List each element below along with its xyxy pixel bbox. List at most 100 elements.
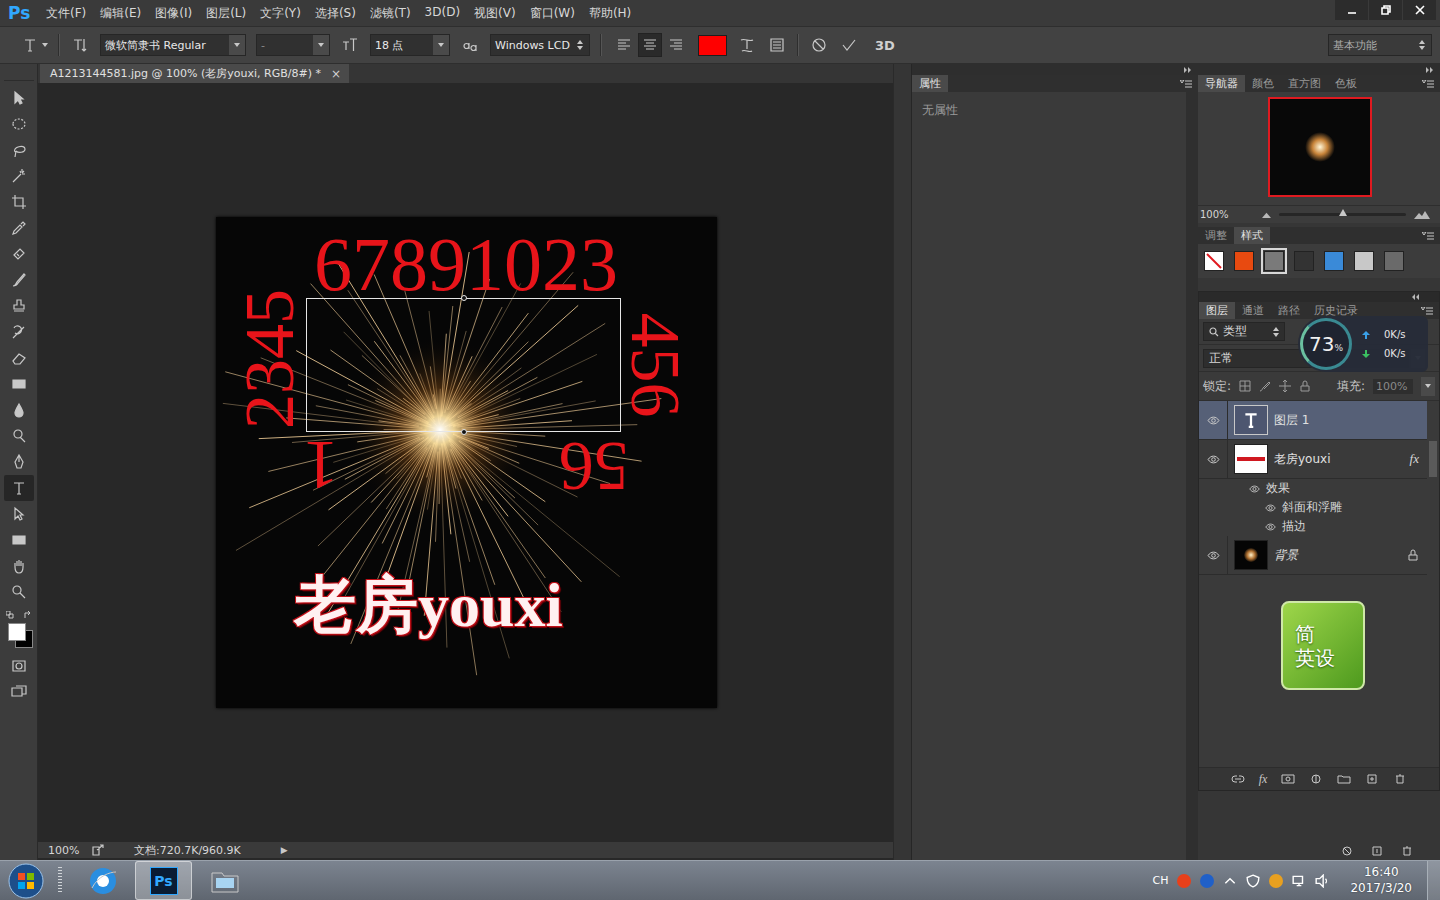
scrollbar[interactable] <box>1429 441 1437 477</box>
folder-icon[interactable] <box>1337 774 1351 784</box>
character-panel-icon[interactable] <box>769 37 785 53</box>
commit-icon[interactable] <box>841 37 857 53</box>
eraser-tool[interactable] <box>4 345 34 371</box>
horizontal-type-tool[interactable] <box>4 475 34 501</box>
warp-text-icon[interactable] <box>739 37 755 53</box>
lock-all-icon[interactable] <box>1299 380 1311 392</box>
resize-handle[interactable] <box>461 295 467 301</box>
layer-row[interactable]: 图层 1 <box>1199 401 1427 440</box>
panel-menu-icon[interactable] <box>1180 80 1192 88</box>
ie-taskbar-button[interactable] <box>74 861 131 900</box>
input-method-widget[interactable]: 简英设 <box>1281 601 1365 690</box>
scrollbar[interactable] <box>1186 92 1198 860</box>
layer-row[interactable]: 背景 <box>1199 536 1427 575</box>
eye-icon[interactable] <box>1265 504 1276 512</box>
qq-icon[interactable] <box>1269 874 1283 888</box>
sogou-ime-icon[interactable] <box>1177 874 1191 888</box>
lasso-tool[interactable] <box>4 137 34 163</box>
clone-stamp-tool[interactable] <box>4 293 34 319</box>
cancel-icon[interactable] <box>811 37 827 53</box>
style-swatch[interactable] <box>1384 251 1404 271</box>
style-swatch[interactable] <box>1354 251 1374 271</box>
canvas-text-left[interactable]: 2345 <box>244 289 297 429</box>
zoom-tool[interactable] <box>4 579 34 605</box>
canvas-text-top[interactable]: 67891023 <box>314 236 618 293</box>
zoom-slider-thumb[interactable] <box>1339 209 1347 216</box>
share-icon[interactable] <box>92 844 104 856</box>
navigator-thumbnail[interactable] <box>1268 97 1372 197</box>
quick-mask-button[interactable] <box>4 653 34 679</box>
fill-dropdown-button[interactable] <box>1421 377 1435 396</box>
document-tab[interactable]: A1213144581.jpg @ 100% (老房youxi, RGB/8#)… <box>40 64 349 83</box>
network-icon[interactable] <box>1292 874 1306 888</box>
panel-collapse-bar[interactable] <box>912 64 1198 75</box>
status-menu-button[interactable]: ▶ <box>281 845 288 855</box>
show-desktop-button[interactable] <box>1427 861 1440 900</box>
menu-item[interactable]: 文件(F) <box>46 5 86 22</box>
hand-tool[interactable] <box>4 553 34 579</box>
zoom-in-icon[interactable] <box>1414 211 1430 219</box>
mask-icon[interactable] <box>1281 774 1295 784</box>
effect-row[interactable]: 描边 <box>1199 517 1427 536</box>
menu-item[interactable]: 图层(L) <box>206 5 246 22</box>
zoom-out-icon[interactable] <box>1262 212 1271 218</box>
menu-item[interactable]: 3D(D) <box>425 5 460 22</box>
lock-pixels-icon[interactable] <box>1259 380 1271 392</box>
screen-mode-button[interactable] <box>4 679 34 705</box>
healing-brush-tool[interactable] <box>4 241 34 267</box>
magic-wand-tool[interactable] <box>4 163 34 189</box>
panel-tab[interactable]: 颜色 <box>1245 75 1281 92</box>
effect-row[interactable]: 斜面和浮雕 <box>1199 498 1427 517</box>
trash-icon[interactable] <box>1400 846 1414 856</box>
panel-menu-icon[interactable] <box>1422 80 1434 88</box>
3d-button[interactable]: 3D <box>875 38 895 53</box>
text-align-button[interactable] <box>664 33 688 57</box>
eye-icon[interactable] <box>1265 523 1276 531</box>
text-align-button[interactable] <box>638 33 662 57</box>
panel-menu-icon[interactable] <box>1421 307 1433 315</box>
new-layer-icon[interactable] <box>1365 774 1379 784</box>
panel-tab[interactable]: 图层 <box>1199 302 1235 319</box>
style-swatch[interactable] <box>1294 251 1314 271</box>
layer-row[interactable]: 老房youxifx <box>1199 440 1427 479</box>
link-icon[interactable] <box>1231 774 1245 784</box>
fill-value[interactable]: 100% <box>1373 379 1413 394</box>
panel-tab[interactable]: 路径 <box>1271 302 1307 319</box>
close-panel-icon[interactable] <box>1427 294 1433 300</box>
style-swatch[interactable] <box>1264 251 1284 271</box>
folder-taskbar-button[interactable] <box>196 861 253 900</box>
font-family-dropdown[interactable]: 微软简隶书 Regular <box>100 34 246 56</box>
layer-effects-badge[interactable]: fx <box>1410 451 1419 467</box>
panel-menu-icon[interactable] <box>1422 232 1434 240</box>
show-hidden-icons-icon[interactable] <box>1223 874 1237 888</box>
network-meter-widget[interactable]: 73%0K/s0K/s <box>1298 316 1428 372</box>
swap-colors-icon[interactable] <box>24 611 32 619</box>
panel-tab[interactable]: 调整 <box>1198 227 1234 244</box>
lock-position-icon[interactable] <box>1279 380 1291 392</box>
ps-taskbar-button[interactable]: Ps <box>135 861 192 900</box>
default-colors-icon[interactable] <box>6 611 14 619</box>
visibility-toggle[interactable] <box>1199 536 1228 574</box>
text-color-swatch[interactable] <box>698 35 727 56</box>
clock[interactable]: 16:402017/3/20 <box>1344 865 1418 896</box>
style-swatch[interactable] <box>1324 251 1344 271</box>
add-style-button[interactable]: fx <box>1259 772 1268 787</box>
panel-tab[interactable]: 直方图 <box>1281 75 1328 92</box>
menu-item[interactable]: 图像(I) <box>155 5 192 22</box>
collapse-icon[interactable] <box>1411 294 1419 300</box>
menu-item[interactable]: 选择(S) <box>315 5 356 22</box>
layer-filter-dropdown[interactable]: 类型 <box>1203 322 1285 341</box>
foreground-color[interactable] <box>8 623 26 641</box>
gradient-tool[interactable] <box>4 371 34 397</box>
resize-handle[interactable] <box>461 429 467 435</box>
style-swatch[interactable] <box>1204 251 1224 271</box>
history-brush-tool[interactable] <box>4 319 34 345</box>
canvas-text-right[interactable]: 456 <box>629 313 682 418</box>
canvas-text-bottom-right[interactable]: 56 <box>559 440 629 493</box>
cancel-icon[interactable] <box>1340 846 1354 856</box>
panel-tab[interactable]: 通道 <box>1235 302 1271 319</box>
font-size-dropdown[interactable]: 18 点 <box>370 34 450 56</box>
language-indicator[interactable]: CH <box>1153 874 1169 887</box>
panel-tab[interactable]: 属性 <box>912 75 948 92</box>
pen-tool[interactable] <box>4 449 34 475</box>
